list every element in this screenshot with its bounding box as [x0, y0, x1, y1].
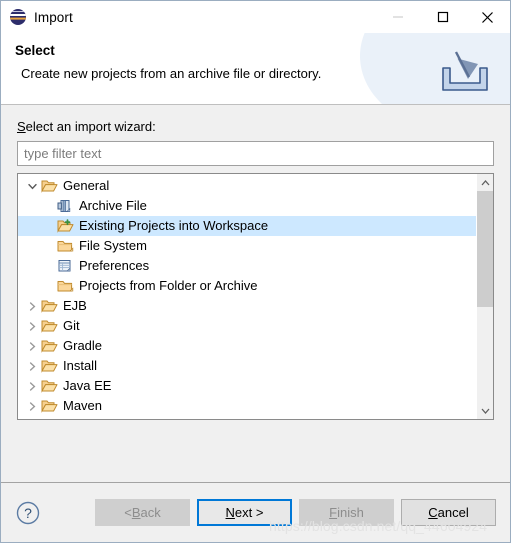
tree-item-label: Gradle — [63, 338, 103, 353]
button-mnemonic: B — [131, 505, 141, 520]
scrollbar-thumb[interactable] — [477, 191, 493, 308]
button-label-prefix: < — [124, 505, 132, 520]
import-projects-folder-icon — [56, 218, 74, 234]
eclipse-logo-icon — [10, 9, 26, 25]
tree-body[interactable]: General Archive File Existing Projects int… — [18, 174, 476, 419]
tree-item[interactable]: Maven — [18, 396, 476, 416]
chevron-right-icon[interactable] — [24, 396, 40, 416]
button-label-suffix: inish — [337, 505, 364, 520]
folder-open-icon — [40, 298, 58, 314]
tree-item[interactable]: EJB — [18, 296, 476, 316]
import-wizard-dialog: Import Select Create new projects from a… — [0, 0, 511, 543]
folder-open-icon — [40, 398, 58, 414]
folder-open-icon — [40, 358, 58, 374]
tree-item[interactable]: Install — [18, 356, 476, 376]
button-mnemonic: F — [329, 505, 338, 520]
tree-item[interactable]: Projects from Folder or Archive — [18, 276, 476, 296]
tree-item[interactable]: Gradle — [18, 336, 476, 356]
svg-text:?: ? — [24, 505, 32, 521]
tree-item[interactable]: Git — [18, 316, 476, 336]
tree-item-label: Archive File — [79, 198, 147, 213]
tree-item-label: Install — [63, 358, 97, 373]
preferences-icon — [56, 258, 74, 274]
maximize-icon[interactable] — [420, 1, 465, 33]
title-bar: Import — [1, 1, 510, 33]
tree-item[interactable]: Existing Projects into Workspace — [18, 216, 476, 236]
tree-item-label: File System — [79, 238, 147, 253]
tree-item-label: Existing Projects into Workspace — [79, 218, 269, 233]
wizard-tree: General Archive File Existing Projects int… — [17, 173, 494, 420]
close-icon[interactable] — [465, 1, 510, 33]
tree-item-label: General — [63, 178, 110, 193]
folder-open-icon — [40, 178, 58, 194]
button-mnemonic: C — [428, 505, 438, 520]
chevron-right-icon[interactable] — [24, 356, 40, 376]
folder-open-icon — [40, 318, 58, 334]
chevron-right-icon[interactable] — [24, 296, 40, 316]
chevron-down-icon[interactable] — [24, 176, 40, 196]
window-title: Import — [34, 9, 73, 25]
folder-open-icon — [40, 378, 58, 394]
tree-item[interactable]: General — [18, 176, 476, 196]
button-mnemonic: N — [225, 505, 235, 520]
button-label-suffix: ancel — [437, 505, 469, 520]
import-tray-arrow-icon — [438, 46, 492, 96]
tree-item-label: Maven — [63, 398, 103, 413]
tree-item[interactable]: Preferences — [18, 256, 476, 276]
help-icon[interactable]: ? — [15, 500, 41, 526]
minimize-icon[interactable] — [375, 1, 420, 33]
cancel-button[interactable]: Cancel — [401, 499, 496, 526]
tree-item[interactable]: Java EE — [18, 376, 476, 396]
wizard-select-label: Select an import wizard: — [17, 119, 156, 134]
wizard-content: Select an import wizard: General Archive … — [1, 105, 510, 482]
next-button[interactable]: Next > — [197, 499, 292, 526]
back-button: < Back — [95, 499, 190, 526]
tree-item-label: Java EE — [63, 378, 112, 393]
archive-file-icon — [56, 198, 74, 214]
wizard-buttons: < Back Next > Finish Cancel — [88, 499, 496, 526]
folder-open-icon — [40, 338, 58, 354]
chevron-up-icon[interactable] — [477, 174, 493, 191]
tree-item-label: EJB — [63, 298, 87, 313]
chevron-right-icon[interactable] — [24, 376, 40, 396]
dialog-button-bar: ? < Back Next > Finish Cancel — [1, 482, 510, 542]
chevron-right-icon[interactable] — [24, 336, 40, 356]
scrollbar-track[interactable] — [477, 191, 493, 402]
tree-item-label: Projects from Folder or Archive — [79, 278, 258, 293]
tree-item-label: Git — [63, 318, 80, 333]
tree-scrollbar[interactable] — [476, 174, 493, 419]
folder-icon — [56, 238, 74, 254]
chevron-right-icon[interactable] — [24, 316, 40, 336]
folder-icon — [56, 278, 74, 294]
wizard-header: Select Create new projects from an archi… — [1, 33, 510, 105]
button-label-suffix: ext > — [234, 505, 264, 520]
filter-input[interactable] — [17, 141, 494, 166]
tree-item[interactable]: Archive File — [18, 196, 476, 216]
tree-item[interactable]: File System — [18, 236, 476, 256]
button-label-suffix: ack — [140, 505, 161, 520]
window-controls — [375, 1, 510, 33]
finish-button: Finish — [299, 499, 394, 526]
tree-item-label: Preferences — [79, 258, 150, 273]
chevron-down-icon[interactable] — [477, 402, 493, 419]
